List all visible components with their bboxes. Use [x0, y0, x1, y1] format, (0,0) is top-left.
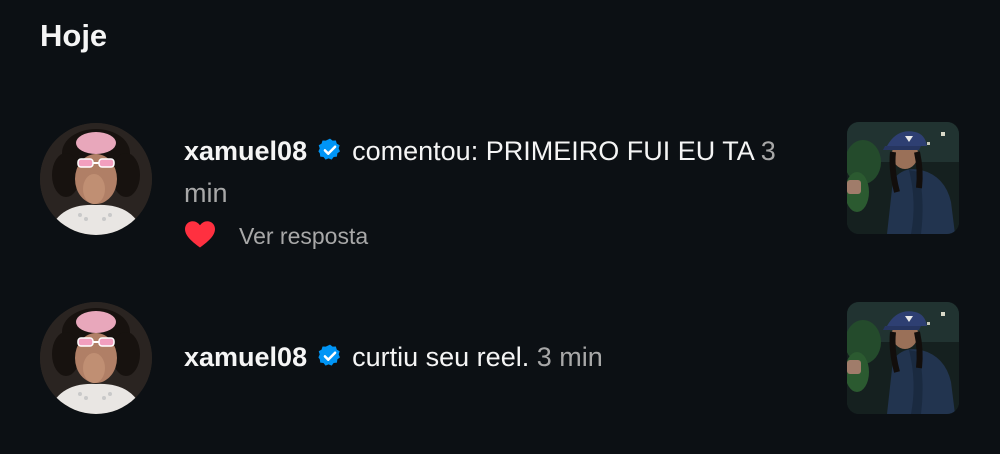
verified-badge-icon [317, 341, 343, 380]
reel-thumbnail[interactable] [847, 122, 959, 234]
avatar[interactable] [40, 123, 152, 235]
notification-action: curtiu seu reel. [352, 342, 530, 372]
notification-text: xamuel08 comentou: PRIMEIRO FUI EU TA 3 … [184, 132, 804, 213]
username[interactable]: xamuel08 [184, 136, 307, 166]
verified-badge-icon [317, 135, 343, 174]
section-title-today: Hoje [40, 18, 108, 53]
reel-thumbnail[interactable] [847, 302, 959, 414]
avatar[interactable] [40, 302, 152, 414]
view-reply-link[interactable]: Ver resposta [239, 223, 368, 250]
notification-action: comentou: PRIMEIRO FUI EU TA [352, 136, 754, 166]
username[interactable]: xamuel08 [184, 342, 307, 372]
comment-actions: Ver resposta [184, 220, 368, 253]
notification-time: 3 min [536, 342, 603, 372]
heart-icon[interactable] [184, 220, 216, 253]
notification-text: xamuel08 curtiu seu reel. 3 min [184, 338, 804, 380]
